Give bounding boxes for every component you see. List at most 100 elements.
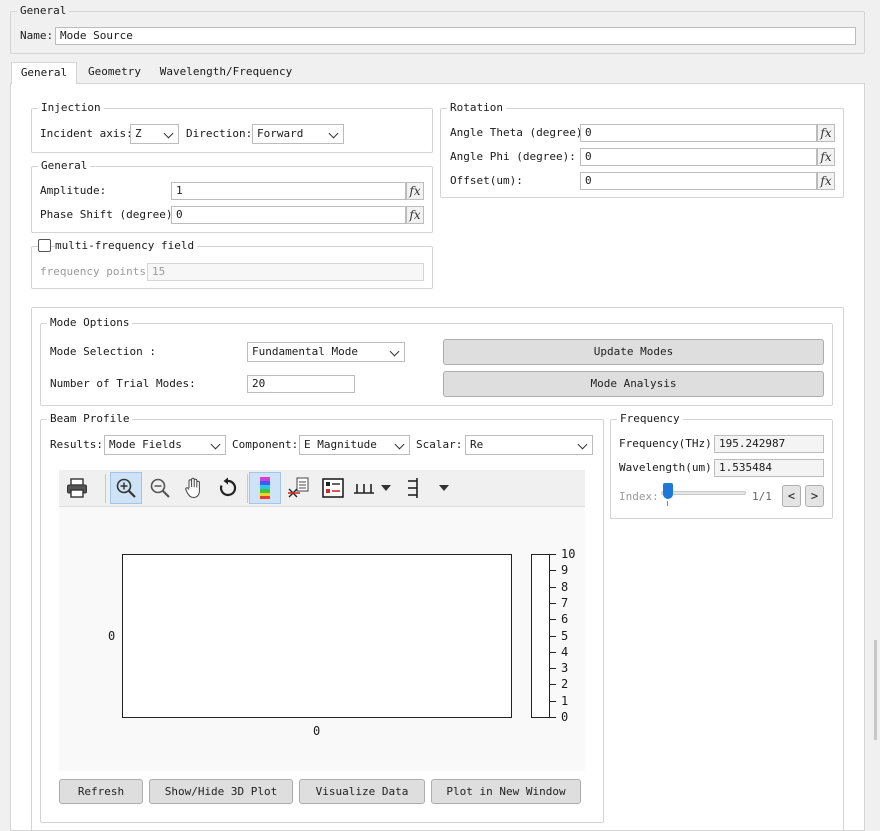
colormap-icon[interactable] — [249, 472, 281, 504]
colorbar-tick-label: 0 — [561, 710, 569, 724]
index-counter: 1/1 — [752, 490, 772, 503]
chevron-down-icon — [577, 439, 588, 450]
colorbar-tick — [550, 636, 556, 637]
scalar-select[interactable]: Re — [465, 435, 593, 455]
direction-label: Direction: — [186, 127, 253, 140]
phase-shift-label: Phase Shift (degree): — [40, 208, 180, 221]
zoom-out-icon[interactable] — [144, 472, 176, 504]
frequency-points-label: frequency points: — [40, 265, 153, 278]
chevron-down-icon — [328, 128, 339, 139]
mode-options-title: Mode Options — [47, 317, 133, 329]
index-prev-button[interactable]: < — [782, 485, 801, 507]
index-slider-handle[interactable] — [663, 483, 673, 499]
x-ticks-dropdown-icon[interactable] — [379, 472, 393, 504]
trial-modes-input[interactable]: 20 — [247, 375, 355, 393]
angle-phi-input[interactable]: 0 — [580, 148, 817, 166]
toolbar-separator — [105, 474, 106, 503]
chevron-down-icon — [210, 439, 221, 450]
wavelength-um-label: Wavelength(um): — [619, 461, 719, 474]
phase-shift-input[interactable]: 0 — [171, 206, 406, 224]
direction-value: Forward — [257, 127, 304, 140]
colorbar-tick — [550, 619, 556, 620]
chevron-down-icon — [163, 128, 174, 139]
update-modes-button[interactable]: Update Modes — [443, 339, 824, 365]
index-next-button[interactable]: > — [805, 485, 824, 507]
colorbar-tick-label: 9 — [561, 563, 569, 577]
index-slider-track[interactable] — [661, 491, 746, 495]
angle-theta-input[interactable]: 0 — [580, 124, 817, 142]
angle-theta-label: Angle Theta (degree): — [450, 126, 590, 139]
mode-analysis-button[interactable]: Mode Analysis — [443, 371, 824, 397]
zoom-in-icon[interactable] — [110, 472, 142, 504]
tab-geometry-label: Geometry — [88, 65, 141, 78]
pan-hand-icon[interactable] — [178, 472, 210, 504]
x-ticks-icon[interactable] — [351, 472, 377, 504]
plot-x-label: 0 — [313, 724, 321, 738]
colorbar-tick — [550, 603, 556, 604]
plot-toolbar — [59, 470, 585, 507]
results-value: Mode Fields — [109, 438, 182, 451]
colorbar-tick-label: 2 — [561, 677, 569, 691]
colorbar-tick-label: 5 — [561, 629, 569, 643]
colorbar-tick — [550, 554, 556, 555]
tab-geometry[interactable]: Geometry — [82, 62, 147, 84]
mode-selection-select[interactable]: Fundamental Mode — [247, 342, 405, 362]
frequency-thz-input[interactable]: 195.242987 — [714, 435, 824, 453]
colorbar-tick-label: 4 — [561, 645, 569, 659]
refresh-button[interactable]: Refresh — [59, 779, 143, 804]
legend-icon[interactable] — [317, 472, 349, 504]
direction-select[interactable]: Forward — [252, 124, 344, 144]
colorbar-tick — [550, 587, 556, 588]
scrollbar[interactable] — [874, 640, 877, 740]
tab-general[interactable]: General — [11, 62, 77, 84]
beam-profile-title: Beam Profile — [47, 413, 133, 425]
angle-phi-fx-button[interactable]: fx — [817, 148, 835, 166]
colorbar-tick-label: 6 — [561, 612, 569, 626]
multi-frequency-checkbox[interactable] — [38, 239, 51, 252]
colorbar-tick-label: 7 — [561, 596, 569, 610]
show-hide-3d-plot-button[interactable]: Show/Hide 3D Plot — [149, 779, 293, 804]
index-slider-tick — [667, 501, 668, 506]
tab-wavelength-frequency[interactable]: Wavelength/Frequency — [156, 62, 296, 84]
angle-phi-label: Angle Phi (degree): — [450, 150, 576, 163]
frequency-thz-label: Frequency(THz): — [619, 437, 719, 450]
component-select[interactable]: E Magnitude — [299, 435, 410, 455]
y-ticks-dropdown-icon[interactable] — [437, 472, 451, 504]
print-icon[interactable] — [61, 472, 93, 504]
offset-input[interactable]: 0 — [580, 172, 817, 190]
toolbar-separator — [247, 474, 248, 503]
visualize-data-button[interactable]: Visualize Data — [299, 779, 425, 804]
incident-axis-select[interactable]: Z — [130, 124, 179, 144]
offset-fx-button[interactable]: fx — [817, 172, 835, 190]
y-ticks-icon[interactable] — [399, 472, 425, 504]
pick-point-icon[interactable] — [283, 472, 315, 504]
incident-axis-value: Z — [135, 127, 142, 140]
plot-in-new-window-button[interactable]: Plot in New Window — [431, 779, 581, 804]
chevron-down-icon — [394, 439, 405, 450]
chevron-down-icon — [389, 346, 400, 357]
amplitude-label: Amplitude: — [40, 184, 107, 197]
plot-area — [122, 554, 512, 718]
colorbar-tick-label: 3 — [561, 661, 569, 675]
multi-frequency-label: multi-frequency field — [55, 239, 198, 253]
amplitude-fx-button[interactable]: fx — [406, 182, 424, 200]
mode-selection-label: Mode Selection : — [50, 345, 156, 358]
offset-label: Offset(um): — [450, 174, 523, 187]
colorbar-tick-label: 1 — [561, 694, 569, 708]
component-value: E Magnitude — [304, 438, 377, 451]
injection-title: Injection — [38, 102, 104, 114]
angle-theta-fx-button[interactable]: fx — [817, 124, 835, 142]
colorbar-tick — [550, 652, 556, 653]
reset-icon[interactable] — [212, 472, 244, 504]
colorbar — [531, 554, 550, 718]
frequency-points-input[interactable]: 15 — [147, 263, 424, 281]
wavelength-um-input[interactable]: 1.535484 — [714, 459, 824, 477]
results-select[interactable]: Mode Fields — [104, 435, 226, 455]
scalar-label: Scalar: — [416, 438, 463, 451]
tab-wavelength-label: Wavelength/Frequency — [159, 65, 293, 78]
trial-modes-label: Number of Trial Modes: — [50, 377, 196, 390]
amplitude-input[interactable]: 1 — [171, 182, 406, 200]
phase-shift-fx-button[interactable]: fx — [406, 206, 424, 224]
name-input[interactable]: Mode Source — [55, 27, 856, 45]
tab-general-label: General — [20, 66, 68, 79]
